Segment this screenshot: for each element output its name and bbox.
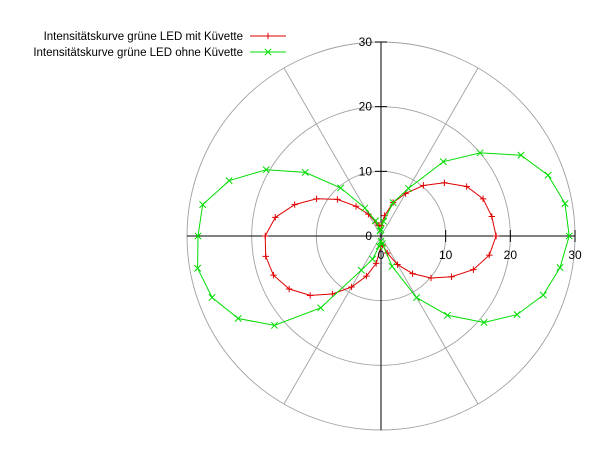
y-tick-label: 20 (359, 100, 373, 114)
data-point (492, 232, 500, 240)
data-point (388, 262, 396, 270)
data-point (439, 158, 447, 166)
data-point (317, 304, 325, 312)
data-point (488, 213, 496, 220)
legend: Intensitätskurve grüne LED mit Küvette In… (33, 31, 286, 59)
data-point (556, 264, 564, 272)
data-point (348, 283, 355, 291)
data-point (420, 182, 427, 189)
data-point (352, 203, 360, 210)
x-tick-label: 0 (378, 248, 385, 262)
series-2 (194, 149, 573, 329)
data-point (272, 214, 279, 221)
data-point (291, 201, 298, 208)
polar-axes (187, 41, 576, 430)
tick-labels: 30 20 10 00 10 20 30 (359, 35, 582, 262)
data-point (441, 179, 448, 186)
data-point (448, 273, 455, 280)
legend-item-2: Intensitätskurve grüne LED ohne Küvette (33, 47, 286, 59)
legend-label: Intensitätskurve grüne LED ohne Küvette (33, 47, 243, 59)
data-point (306, 292, 314, 299)
data-point (404, 184, 413, 192)
x-tick-label: 30 (568, 248, 582, 262)
x-tick-label: 20 (504, 248, 518, 262)
x-tick-label: 10 (439, 248, 453, 262)
data-point (334, 196, 341, 203)
data-point (409, 270, 416, 277)
data-point (539, 291, 547, 299)
polar-chart: 30 20 10 00 10 20 30 Intensitätskurve grüne LE… (33, 31, 582, 431)
data-point (329, 290, 336, 298)
data-point (413, 294, 421, 302)
data-point (313, 195, 320, 203)
data-point (208, 293, 216, 302)
legend-label: Intensitätskurve grüne LED mit Küvette (44, 31, 243, 43)
y-tick-label: 30 (359, 35, 373, 49)
data-point (357, 266, 365, 274)
y-tick-label: 0 (365, 229, 372, 243)
data-point (262, 253, 269, 260)
data-point (225, 177, 233, 185)
legend-swatch-marker (264, 32, 272, 40)
legend-item-1: Intensitätskurve grüne LED mit Küvette (44, 31, 286, 43)
data-point (262, 232, 269, 240)
data-point (513, 311, 521, 319)
series-group (194, 149, 573, 329)
data-point (361, 204, 369, 212)
data-point (369, 255, 377, 263)
y-tick-label: 10 (359, 164, 373, 178)
data-point (544, 171, 552, 179)
